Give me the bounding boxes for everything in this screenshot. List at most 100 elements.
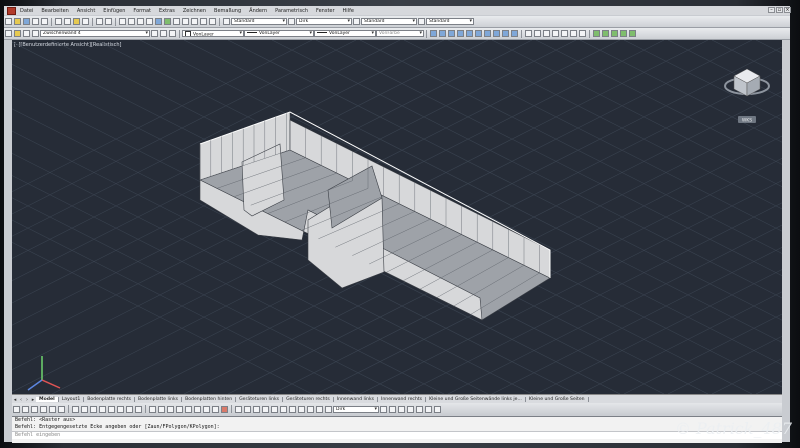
calculator-icon[interactable] <box>200 18 207 25</box>
menu-datei[interactable]: Datei <box>16 8 37 14</box>
draw-line-icon[interactable] <box>72 405 79 413</box>
menu-bemassung[interactable]: Bemaßung <box>210 8 245 14</box>
center-mark-icon[interactable] <box>407 405 414 413</box>
tab-seitenwaende-links[interactable]: Kleine und Große Seitenwände links je... <box>426 397 526 402</box>
menu-extras[interactable]: Extras <box>155 8 179 14</box>
dim-space-icon[interactable] <box>425 405 432 413</box>
tab-innenwand-links[interactable]: Innenwand links <box>334 397 379 402</box>
tab-innenwand-rechts[interactable]: Innenwand rechts <box>378 397 427 402</box>
vehicle-model[interactable] <box>199 111 551 321</box>
menu-bearbeiten[interactable]: Bearbeiten <box>37 8 72 14</box>
view-bottom-icon[interactable] <box>439 30 446 37</box>
tab-layout1[interactable]: Layout1 <box>59 397 85 402</box>
copy-object-icon[interactable] <box>158 405 165 413</box>
offset-icon[interactable] <box>185 405 192 413</box>
ucs-object-icon[interactable] <box>561 30 568 37</box>
tab-model[interactable]: Model <box>36 397 59 402</box>
move-icon[interactable] <box>149 405 156 413</box>
tab-bodenplatte-rechts[interactable]: Bodenplatte rechts <box>84 397 136 402</box>
mtext-icon[interactable] <box>135 405 142 413</box>
view-top-icon[interactable] <box>430 30 437 37</box>
tolerance-icon[interactable] <box>398 405 405 413</box>
menu-aendern[interactable]: Ändern <box>245 8 271 14</box>
draw-arc-icon[interactable] <box>99 405 106 413</box>
draw-circle-icon[interactable] <box>90 405 97 413</box>
ucs-previous-icon[interactable] <box>543 30 550 37</box>
menu-parametrisch[interactable]: Parametrisch <box>271 8 312 14</box>
make-current-layer-icon[interactable] <box>151 30 158 37</box>
erase-icon[interactable] <box>221 405 228 413</box>
tab-bodenplatten-hinten[interactable]: Bodenplatten hinten <box>182 397 237 402</box>
view-nw-iso-icon[interactable] <box>511 30 518 37</box>
layer-states-icon[interactable] <box>169 30 176 37</box>
save-icon[interactable] <box>23 18 30 25</box>
visual-style-hidden-icon[interactable] <box>611 30 618 37</box>
view-front-icon[interactable] <box>466 30 473 37</box>
sheet-set-icon[interactable] <box>182 18 189 25</box>
visual-style-wireframe-icon[interactable] <box>602 30 609 37</box>
tool-palettes-icon[interactable] <box>173 18 180 25</box>
draw-polyline-icon[interactable] <box>81 405 88 413</box>
plot-icon[interactable] <box>32 18 39 25</box>
polar-icon[interactable] <box>40 405 47 413</box>
tab-geraeteturen-links[interactable]: Geräteturen links <box>236 397 284 402</box>
draw-rectangle-icon[interactable] <box>108 405 115 413</box>
menu-zeichnen[interactable]: Zeichnen <box>179 8 210 14</box>
dim-style-select[interactable]: Dirk <box>296 18 352 25</box>
plot-preview-icon[interactable] <box>41 18 48 25</box>
dim-leader-icon[interactable] <box>271 405 278 413</box>
menu-ansicht[interactable]: Ansicht <box>73 8 99 14</box>
view-ne-iso-icon[interactable] <box>502 30 509 37</box>
open-folder-icon[interactable] <box>14 18 21 25</box>
rotate-icon[interactable] <box>167 405 174 413</box>
tab-bodenplatte-links[interactable]: Bodenplatte links <box>135 397 183 402</box>
visual-style-conceptual-icon[interactable] <box>629 30 636 37</box>
dim-override-icon[interactable] <box>380 405 387 413</box>
osnap-icon[interactable] <box>49 405 56 413</box>
sun-icon[interactable] <box>23 30 30 37</box>
lightbulb-icon[interactable] <box>14 30 21 37</box>
zoom-previous-icon[interactable] <box>146 18 153 25</box>
ucs-view-icon[interactable] <box>570 30 577 37</box>
close-icon[interactable]: × <box>784 7 791 13</box>
visual-style-select[interactable]: Dirk <box>333 405 379 413</box>
multileader-style-select[interactable]: Standard <box>426 18 474 25</box>
hatch-icon[interactable] <box>117 405 124 413</box>
layer-previous-icon[interactable] <box>160 30 167 37</box>
ucs-face-icon[interactable] <box>552 30 559 37</box>
view-sw-iso-icon[interactable] <box>484 30 491 37</box>
dim-baseline-icon[interactable] <box>280 405 287 413</box>
dim-radius-icon[interactable] <box>253 405 260 413</box>
mirror-icon[interactable] <box>176 405 183 413</box>
ucs-icon[interactable] <box>525 30 532 37</box>
tab-geraeteturen-rechts[interactable]: Geräteturen rechts <box>283 397 334 402</box>
zoom-realtime-icon[interactable] <box>128 18 135 25</box>
view-right-icon[interactable] <box>457 30 464 37</box>
help-icon[interactable] <box>209 18 216 25</box>
color-select[interactable]: VonLayer <box>182 30 244 37</box>
design-center-icon[interactable] <box>164 18 171 25</box>
markup-icon[interactable] <box>191 18 198 25</box>
dim-aligned-icon[interactable] <box>244 405 251 413</box>
lineweight-select[interactable]: VonLayer <box>314 30 376 37</box>
new-file-icon[interactable] <box>5 18 12 25</box>
properties-icon[interactable] <box>155 18 162 25</box>
match-properties-icon[interactable] <box>82 18 89 25</box>
view-se-iso-icon[interactable] <box>493 30 500 37</box>
menu-hilfe[interactable]: Hilfe <box>339 8 358 14</box>
minimize-icon[interactable]: – <box>768 7 775 13</box>
viewcube[interactable] <box>724 68 770 97</box>
ucs-origin-icon[interactable] <box>579 30 586 37</box>
copy-icon[interactable] <box>64 18 71 25</box>
visual-style-realistic-icon[interactable] <box>620 30 627 37</box>
cut-icon[interactable] <box>55 18 62 25</box>
restore-icon[interactable]: ▫ <box>776 7 783 13</box>
fillet-icon[interactable] <box>212 405 219 413</box>
dim-update-icon[interactable] <box>298 405 305 413</box>
linetype-select[interactable]: VonLayer <box>244 30 314 37</box>
undo-icon[interactable] <box>96 18 103 25</box>
insert-block-icon[interactable] <box>126 405 133 413</box>
plotstyle-select[interactable]: VonFarbe <box>376 30 424 37</box>
unlock-icon[interactable] <box>32 30 39 37</box>
visual-style-2d-icon[interactable] <box>593 30 600 37</box>
